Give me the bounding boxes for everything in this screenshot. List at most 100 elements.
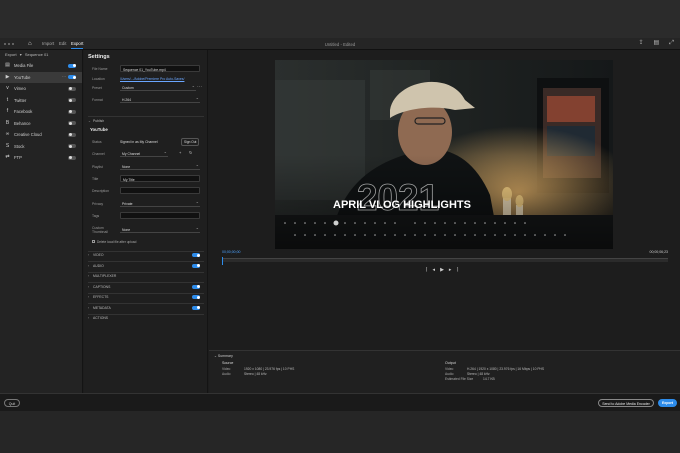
- section-label: VIDEO: [93, 253, 104, 257]
- source-audio-value: Stereo | 48 kHz: [244, 372, 267, 377]
- delete-local-label: Delete local file after upload: [97, 239, 137, 244]
- section-video[interactable]: › VIDEO: [88, 253, 204, 257]
- mark-out-icon[interactable]: ⌉: [456, 267, 463, 273]
- destination-label: Facebook: [14, 109, 33, 115]
- destination-toggle[interactable]: [68, 121, 76, 126]
- overlay-title: APRIL VLOG HIGHLIGHTS: [333, 199, 471, 211]
- section-toggle[interactable]: [192, 253, 200, 257]
- file-name-input[interactable]: Sequence 01_YouTube.mp4: [120, 65, 200, 72]
- sign-out-button[interactable]: Sign Out: [181, 138, 200, 146]
- divider: [88, 282, 204, 283]
- destination-ftp[interactable]: ⇄ FTP: [0, 152, 82, 164]
- section-audio[interactable]: › AUDIO: [88, 263, 204, 268]
- export-button[interactable]: Export: [658, 398, 677, 407]
- tags-row: Tags: [88, 212, 204, 219]
- export-label: Export: [5, 52, 17, 57]
- chevron-down-icon: ▾: [19, 52, 22, 57]
- destination-toggle[interactable]: [68, 75, 76, 80]
- playhead[interactable]: [222, 257, 223, 265]
- notifications-icon[interactable]: ▤: [654, 40, 660, 47]
- destination-stock[interactable]: S Stock: [0, 141, 82, 153]
- playlist-dropdown[interactable]: None: [120, 162, 200, 170]
- send-to-media-encoder-button[interactable]: Send to Adobe Media Encoder: [598, 398, 654, 407]
- description-label: Description: [92, 188, 109, 193]
- summary-title[interactable]: ⌄ Summary: [214, 354, 233, 358]
- footer-bar: Quit Send to Adobe Media Encoder Export: [0, 393, 680, 411]
- destination-creative-cloud[interactable]: ∞ Creative Cloud: [0, 129, 82, 141]
- destination-youtube[interactable]: ▶ YouTube ···: [0, 71, 82, 83]
- scrubber[interactable]: [222, 257, 668, 265]
- output-heading: Output: [445, 361, 456, 365]
- delete-local-checkbox[interactable]: [92, 240, 95, 243]
- divider: [88, 313, 204, 314]
- step-back-icon[interactable]: ◂: [433, 267, 441, 273]
- fullscreen-icon[interactable]: ⤢: [669, 40, 674, 47]
- stock-icon: S: [5, 142, 10, 149]
- destination-toggle[interactable]: [68, 86, 76, 91]
- destination-toggle[interactable]: [68, 109, 76, 114]
- transport-controls: ⌈◂▶▸⌉: [209, 267, 680, 273]
- mark-in-icon[interactable]: ⌈: [426, 267, 433, 273]
- more-icon[interactable]: ···: [197, 84, 202, 90]
- destination-toggle[interactable]: [68, 132, 76, 137]
- privacy-label: Privacy: [92, 201, 104, 206]
- ftp-icon: ⇄: [5, 154, 10, 161]
- destination-vimeo[interactable]: v Vimeo: [0, 83, 82, 95]
- section-multiplexer[interactable]: › MULTIPLEXER: [88, 274, 204, 278]
- media-file-icon: ▤: [5, 62, 10, 69]
- video-frame: 2021 APRIL VLOG HIGHLIGHTS: [275, 60, 613, 249]
- thumbnail-dropdown[interactable]: None: [120, 225, 200, 233]
- destination-media-file[interactable]: ▤ Media File: [0, 60, 82, 72]
- description-row: Description: [88, 187, 204, 194]
- description-input[interactable]: [120, 187, 200, 194]
- location-link[interactable]: /Users/.../Adobe/Premiere Pro Auto-Saves…: [120, 77, 184, 81]
- destination-toggle[interactable]: [68, 98, 76, 103]
- source-heading: Source: [222, 361, 234, 365]
- destination-label: FTP: [14, 155, 22, 161]
- format-dropdown[interactable]: H.264: [120, 95, 200, 103]
- quit-button[interactable]: Quit: [4, 398, 20, 407]
- destination-facebook[interactable]: f Facebook: [0, 106, 82, 118]
- facebook-icon: f: [6, 108, 9, 115]
- destination-twitter[interactable]: t Twitter: [0, 95, 82, 107]
- channel-dropdown[interactable]: My Channel: [120, 149, 168, 157]
- section-effects[interactable]: › EFFECTS: [88, 295, 204, 299]
- section-label: ACTIONS: [93, 316, 109, 320]
- play-icon[interactable]: ▶: [440, 267, 449, 273]
- section-captions[interactable]: › CAPTIONS: [88, 284, 204, 289]
- publish-section[interactable]: ⌄ Publish: [88, 119, 204, 123]
- privacy-dropdown[interactable]: Private: [120, 199, 200, 207]
- destination-toggle[interactable]: [68, 63, 76, 68]
- app-header: ⌂ Import Edit Export Untitled - Edited ⇪…: [0, 38, 680, 50]
- export-source-row[interactable]: Export ▾ Sequence 01: [0, 50, 82, 60]
- refresh-icon[interactable]: ↻: [189, 150, 192, 155]
- channel-label: Channel: [92, 151, 105, 156]
- thumbnail-label: Custom Thumbnail: [92, 225, 108, 234]
- divider: [88, 303, 204, 304]
- destination-toggle[interactable]: [68, 155, 76, 160]
- destination-label: Media File: [14, 63, 34, 69]
- source-video-value: 1920 x 1080 | 23.976 fps | 10 PHS: [244, 367, 295, 371]
- section-toggle[interactable]: [192, 263, 200, 268]
- section-metadata[interactable]: › METADATA: [88, 305, 204, 310]
- section-toggle[interactable]: [192, 295, 200, 299]
- timecode-end: 00;00;06;23: [649, 250, 669, 254]
- video-preview: 2021 APRIL VLOG HIGHLIGHTS: [275, 60, 613, 249]
- add-icon[interactable]: +: [179, 150, 181, 155]
- destination-toggle[interactable]: [68, 144, 76, 149]
- section-actions[interactable]: › ACTIONS: [88, 316, 204, 320]
- more-icon[interactable]: ···: [62, 74, 66, 79]
- share-icon[interactable]: ⇪: [638, 40, 643, 47]
- section-toggle[interactable]: [192, 284, 200, 289]
- preset-row: Preset Custom ···: [88, 83, 204, 91]
- title-input[interactable]: My Title: [120, 175, 200, 182]
- summary-panel: ⌄ Summary Source Video 1920 x 1080 | 23.9…: [209, 350, 680, 393]
- tags-input[interactable]: [120, 212, 200, 219]
- status-value: Signed in as My Channel: [120, 139, 158, 144]
- preset-dropdown[interactable]: Custom: [120, 83, 196, 91]
- section-toggle[interactable]: [192, 305, 200, 310]
- vimeo-icon: v: [6, 85, 9, 92]
- playlist-label: Playlist: [92, 164, 103, 169]
- destination-behance[interactable]: B Behance: [0, 118, 82, 130]
- destination-list: ▤ Media File ▶ YouTube ··· v Vimeo t Twitter f Fac…: [0, 60, 82, 164]
